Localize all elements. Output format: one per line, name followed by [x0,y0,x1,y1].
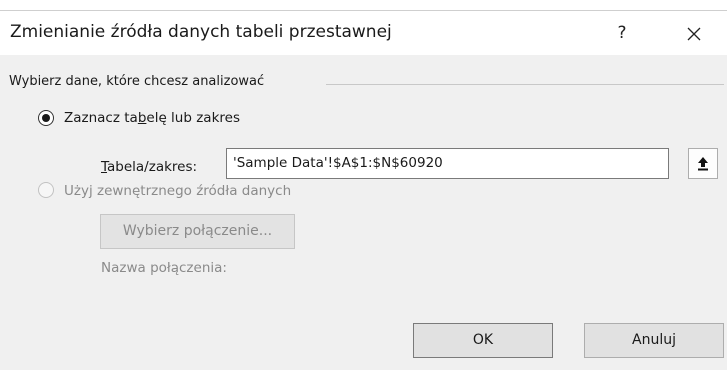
group-label: Wybierz dane, które chcesz analizować [9,74,265,89]
ok-button[interactable]: OK [413,323,553,358]
close-button[interactable] [670,15,718,51]
group-divider [326,84,724,85]
table-range-label-part: elę lub zakres [146,110,240,126]
dialog-titlebar: Zmienianie źródła danych tabeli przestaw… [0,11,727,55]
cancel-button[interactable]: Anuluj [584,323,724,358]
choose-connection-button[interactable]: Wybierz połączenie... [100,214,295,249]
background-spreadsheet-strip [0,0,727,10]
table-range-option-label[interactable]: Zaznacz tabelę lub zakres [64,110,240,126]
range-field-label-rest: abela/zakres: [107,159,198,175]
external-source-option-label[interactable]: Użyj zewnętrznego źródła danych [64,183,291,199]
help-button[interactable]: ? [598,15,646,51]
collapse-dialog-button[interactable] [688,148,718,179]
table-range-label-part: Zaznacz ta [64,110,138,126]
table-range-radio[interactable] [38,110,54,126]
change-pivot-source-dialog: Zmienianie źródła danych tabeli przestaw… [0,10,727,370]
external-source-radio[interactable] [38,182,54,198]
range-field-label: Tabela/zakres: [101,159,197,175]
collapse-arrow-icon [698,157,708,171]
dialog-title: Zmienianie źródła danych tabeli przestaw… [10,22,392,42]
range-input[interactable]: 'Sample Data'!$A$1:$N$60920 [226,148,669,179]
connection-name-label: Nazwa połączenia: [101,260,227,276]
close-icon [687,27,701,40]
